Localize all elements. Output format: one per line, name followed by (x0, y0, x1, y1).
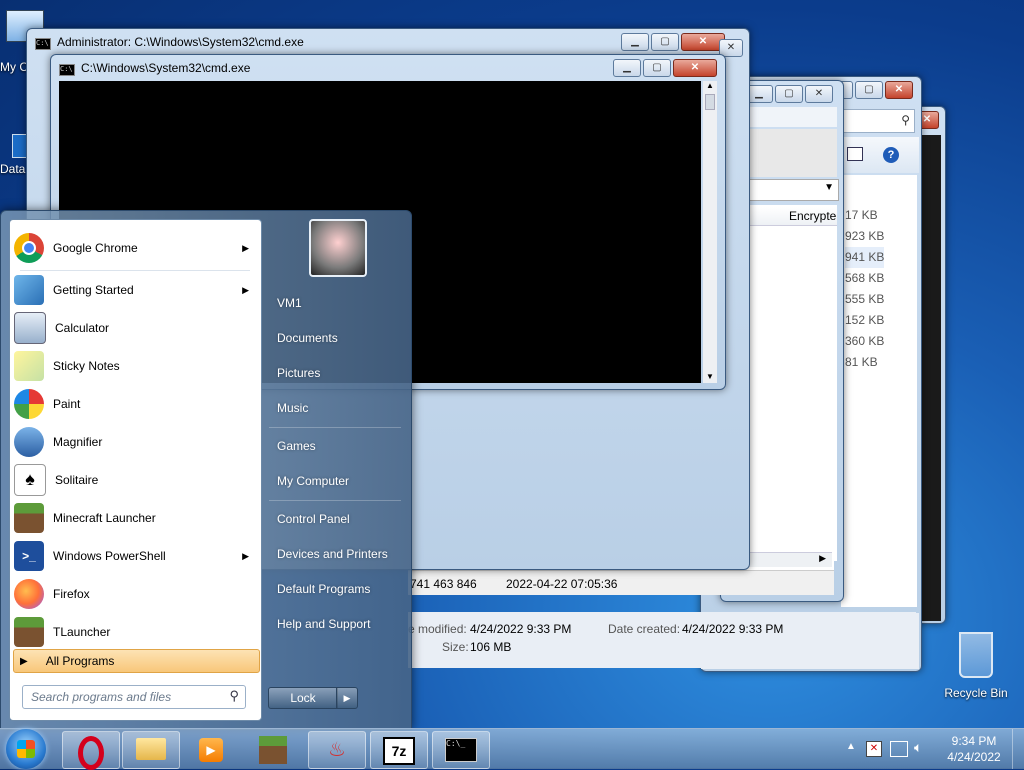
action-center-icon[interactable]: ✕ (866, 741, 882, 757)
clock-time: 9:34 PM (951, 734, 997, 748)
desktop-icon-label: Recycle Bin (944, 686, 1008, 700)
tlauncher-icon (14, 617, 44, 647)
clock[interactable]: 9:34 PM 4/24/2022 (940, 733, 1008, 765)
show-desktop-button[interactable] (1012, 729, 1024, 769)
help-icon[interactable]: ? (883, 147, 899, 163)
link-games[interactable]: Games (277, 439, 316, 453)
cmd-icon: C:\_ (445, 738, 477, 762)
lock-button[interactable]: Lock (268, 687, 338, 709)
desktop-icon-recycle-bin[interactable]: Recycle Bin (940, 630, 1012, 700)
program-firefox[interactable]: Firefox (10, 576, 261, 612)
sticky-notes-icon (14, 351, 44, 381)
maximize-button[interactable]: ▢ (643, 59, 671, 77)
taskbar-cmd[interactable]: C:\_ (432, 731, 490, 769)
powershell-icon: >_ (14, 541, 44, 571)
paint-icon (14, 389, 44, 419)
maximize-button[interactable]: ▢ (855, 81, 883, 99)
link-documents[interactable]: Documents (277, 331, 338, 345)
link-devices-and-printers[interactable]: Devices and Printers (277, 547, 388, 561)
program-windows-powershell[interactable]: >_ Windows PowerShell ▶ (10, 538, 261, 574)
vertical-scrollbar[interactable]: ▲ ▼ (703, 81, 717, 383)
taskbar-java[interactable]: ♨ (308, 731, 366, 769)
taskbar-minecraft[interactable] (244, 731, 302, 769)
taskbar-7zip[interactable]: 7z (370, 731, 428, 769)
submenu-arrow-icon[interactable]: ▶ (242, 551, 249, 562)
program-tlauncher[interactable]: TLauncher (10, 614, 261, 650)
close-button[interactable]: ✕ (673, 59, 717, 77)
program-magnifier[interactable]: Magnifier (10, 424, 261, 460)
column-encrypted[interactable]: Encrypte (789, 209, 836, 223)
program-paint[interactable]: Paint (10, 386, 261, 422)
taskbar-opera[interactable] (62, 731, 120, 770)
shutdown-options-button[interactable]: ▶ (336, 687, 358, 709)
user-picture[interactable] (309, 219, 367, 277)
program-list: Google Chrome ▶ Getting Started ▶ Calculat… (9, 219, 262, 721)
chevron-down-icon: ▼ (824, 182, 834, 193)
7zip-icon: 7z (383, 737, 415, 765)
opera-icon (78, 736, 104, 770)
minimize-button[interactable]: ▁ (613, 59, 641, 77)
search-input[interactable]: Search programs and files ⚲ (22, 685, 246, 709)
windows-logo-icon (17, 740, 35, 758)
program-minecraft-launcher[interactable]: Minecraft Launcher (10, 500, 261, 536)
link-pictures[interactable]: Pictures (277, 366, 320, 380)
clock-date: 4/24/2022 (947, 750, 1001, 764)
taskbar: ▶ ♨ 7z C:\_ ▲ ✕ 🔈︎ 9:34 PM 4/24/2022 (0, 728, 1024, 770)
search-icon: ⚲ (229, 688, 239, 703)
program-solitaire[interactable]: ♠ Solitaire (10, 462, 261, 498)
java-icon: ♨ (328, 739, 346, 761)
cmd-icon: C:\ (35, 38, 51, 50)
maximize-button[interactable]: ▢ (775, 85, 803, 103)
program-getting-started[interactable]: Getting Started ▶ (10, 272, 261, 308)
search-icon: ⚲ (901, 113, 910, 127)
submenu-arrow-icon[interactable]: ▶ (242, 285, 249, 296)
start-menu: Google Chrome ▶ Getting Started ▶ Calculat… (0, 210, 412, 730)
scroll-down-icon[interactable]: ▼ (703, 372, 717, 381)
solitaire-icon: ♠ (14, 464, 46, 496)
all-programs-button[interactable]: ▶ All Programs (13, 649, 260, 673)
preview-pane-icon[interactable] (847, 147, 863, 161)
link-my-computer[interactable]: My Computer (277, 474, 349, 488)
magnifier-icon (14, 427, 44, 457)
close-button[interactable]: ✕ (805, 85, 833, 103)
firefox-icon (14, 579, 44, 609)
search-box[interactable]: ⚲ (841, 109, 915, 133)
chrome-icon (14, 233, 44, 263)
minimize-button[interactable]: ▁ (621, 33, 649, 51)
link-default-programs[interactable]: Default Programs (277, 582, 370, 596)
taskbar-media-player[interactable]: ▶ (182, 731, 240, 769)
scroll-right-icon[interactable]: ▶ (819, 553, 826, 564)
submenu-arrow-icon[interactable]: ▶ (242, 243, 249, 254)
tray-expand-icon[interactable]: ▲ (846, 741, 856, 752)
link-control-panel[interactable]: Control Panel (277, 512, 350, 526)
program-google-chrome[interactable]: Google Chrome ▶ (10, 230, 261, 266)
volume-icon[interactable]: 🔈︎ (914, 739, 922, 756)
recycle-bin-icon (959, 632, 993, 678)
program-sticky-notes[interactable]: Sticky Notes (10, 348, 261, 384)
minecraft-icon (259, 736, 287, 764)
link-help-and-support[interactable]: Help and Support (277, 617, 370, 631)
triangle-right-icon: ▶ (20, 655, 28, 667)
media-player-icon: ▶ (199, 738, 223, 762)
link-music[interactable]: Music (277, 401, 308, 415)
link-user[interactable]: VM1 (277, 296, 302, 310)
close-button[interactable]: ✕ (885, 81, 913, 99)
taskbar-explorer[interactable] (122, 731, 180, 769)
status-bar: 741 463 846 2022-04-22 07:05:36 (408, 570, 834, 595)
details-pane: e modified: 4/24/2022 9:33 PM Date creat… (408, 612, 916, 668)
calculator-icon (14, 312, 46, 344)
start-button[interactable] (6, 729, 46, 769)
minecraft-icon (14, 503, 44, 533)
scroll-up-icon[interactable]: ▲ (703, 81, 717, 90)
size-list: 17 KB 923 KB 941 KB 568 KB 555 KB 152 KB… (845, 208, 885, 369)
program-calculator[interactable]: Calculator (10, 310, 261, 346)
network-icon[interactable] (890, 741, 908, 757)
folder-icon (136, 738, 166, 760)
chevron-right-icon: ▶ (343, 693, 351, 703)
window-title: C:\Windows\System32\cmd.exe (81, 61, 251, 75)
getting-started-icon (14, 275, 44, 305)
window-title: Administrator: C:\Windows\System32\cmd.e… (57, 35, 304, 49)
maximize-button[interactable]: ▢ (651, 33, 679, 51)
cmd-icon: C:\ (59, 64, 75, 76)
